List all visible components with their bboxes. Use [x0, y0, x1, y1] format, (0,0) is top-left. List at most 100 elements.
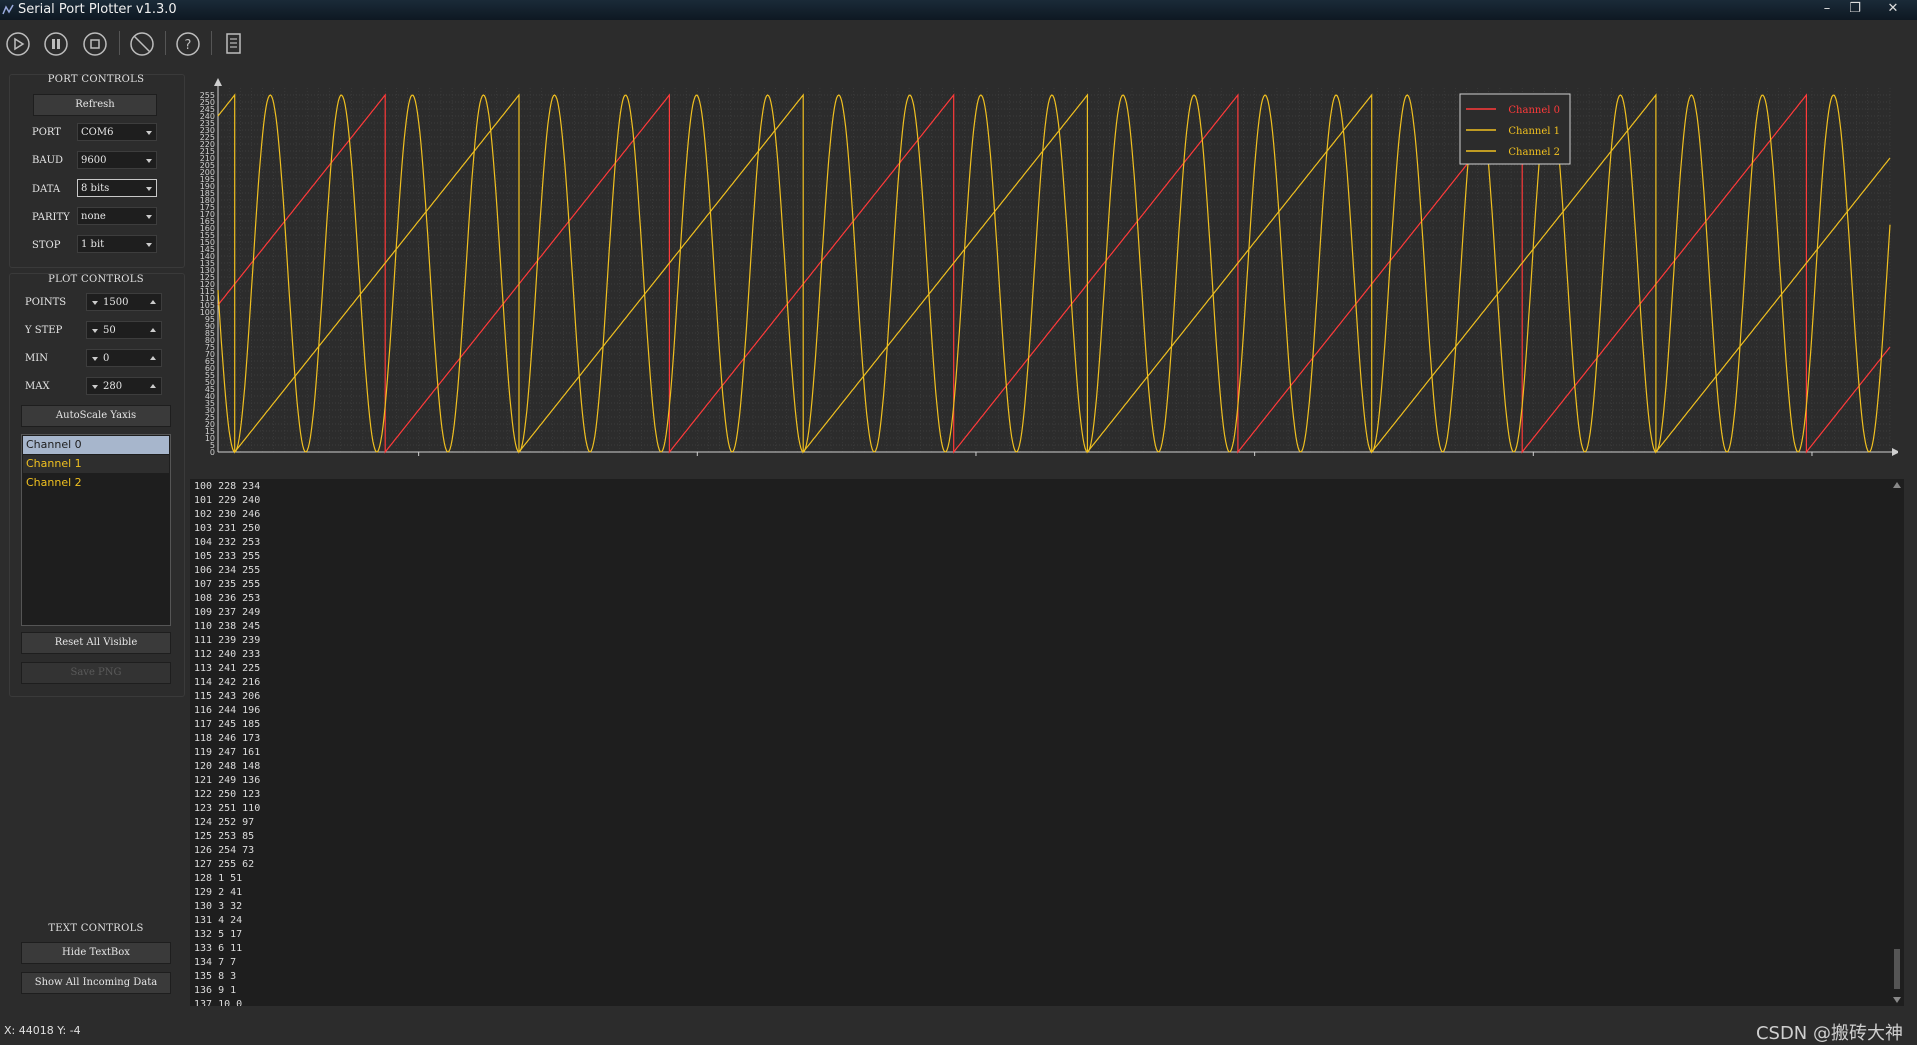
data-line: 104 232 253 — [194, 537, 261, 548]
stop-icon[interactable] — [80, 29, 110, 59]
stop-bits-value: 1 bit — [81, 239, 105, 250]
autoscale-yaxis-button[interactable]: AutoScale Yaxis — [21, 405, 171, 427]
decrement-icon[interactable] — [92, 385, 98, 389]
data-line: 128 1 51 — [194, 873, 243, 884]
minimize-icon[interactable]: – — [1812, 0, 1842, 18]
text-controls-title: TEXT CONTROLS — [48, 923, 144, 934]
legend-label: Channel 0 — [1508, 105, 1560, 116]
svg-text:?: ? — [185, 38, 192, 53]
textbox-scrollbar[interactable] — [1890, 479, 1904, 1006]
channel-item-1[interactable]: Channel 1 — [23, 455, 169, 473]
data-line: 125 253 85 — [194, 831, 255, 842]
data-line: 115 243 206 — [194, 691, 261, 702]
x-tick-label: 44750 — [1239, 457, 1271, 458]
show-all-incoming-button[interactable]: Show All Incoming Data — [21, 972, 171, 994]
parity-label: PARITY — [32, 212, 70, 223]
min-value: 0 — [103, 353, 110, 364]
decrement-icon[interactable] — [92, 329, 98, 333]
x-tick-label: 44500 — [960, 457, 992, 458]
decrement-icon[interactable] — [92, 357, 98, 361]
data-line: 136 9 1 — [194, 985, 237, 996]
data-line: 119 247 161 — [194, 747, 261, 758]
data-line: 130 3 32 — [194, 901, 243, 912]
chevron-down-icon — [146, 159, 152, 163]
legend-label: Channel 1 — [1508, 126, 1560, 137]
data-bits-value: 8 bits — [81, 183, 110, 194]
restore-icon[interactable]: ❐ — [1840, 0, 1870, 18]
min-spinbox[interactable]: 0 — [86, 349, 162, 367]
port-select[interactable]: COM6 — [77, 123, 157, 141]
data-line: 122 250 123 — [194, 789, 261, 800]
data-line: 111 239 239 — [194, 635, 261, 646]
hide-textbox-button[interactable]: Hide TextBox — [21, 942, 171, 964]
pause-icon[interactable] — [41, 29, 71, 59]
chevron-down-icon — [146, 243, 152, 247]
toolbar: ? — [0, 21, 1917, 65]
channel-item-0[interactable]: Channel 0 — [23, 436, 169, 454]
baud-label: BAUD — [32, 155, 64, 166]
data-line: 109 237 249 — [194, 607, 261, 618]
status-bar: X: 44018 Y: -4 CSDN @搬砖大神 — [0, 1018, 1917, 1044]
data-line: 112 240 233 — [194, 649, 261, 660]
refresh-button[interactable]: Refresh — [33, 94, 157, 116]
ystep-label: Y STEP — [25, 325, 63, 336]
reset-all-visible-button[interactable]: Reset All Visible — [21, 632, 171, 654]
data-line: 103 231 250 — [194, 523, 261, 534]
baud-select[interactable]: 9600 — [77, 151, 157, 169]
data-line: 127 255 62 — [194, 859, 255, 870]
cursor-coordinates: X: 44018 Y: -4 — [4, 1024, 81, 1037]
close-icon[interactable]: ✕ — [1878, 0, 1908, 18]
incoming-data-textbox[interactable]: 100 228 234 101 229 240 102 230 246 103 231… — [190, 479, 1890, 1006]
app-icon — [2, 4, 14, 15]
data-line: 107 235 255 — [194, 579, 261, 590]
data-line: 116 244 196 — [194, 705, 261, 716]
data-line: 135 8 3 — [194, 971, 237, 982]
increment-icon[interactable] — [150, 356, 156, 360]
ystep-spinbox[interactable]: 50 — [86, 321, 162, 339]
data-line: 129 2 41 — [194, 887, 243, 898]
decrement-icon[interactable] — [92, 301, 98, 305]
x-tick-label: 45000 — [1517, 457, 1549, 458]
data-line: 106 234 255 — [194, 565, 261, 576]
data-line: 101 229 240 — [194, 495, 261, 506]
port-controls-title: PORT CONTROLS — [47, 74, 145, 85]
max-value: 280 — [103, 381, 123, 392]
data-line: 105 233 255 — [194, 551, 261, 562]
parity-select[interactable]: none — [77, 207, 157, 225]
points-spinbox[interactable]: 1500 — [86, 293, 162, 311]
document-icon[interactable] — [218, 29, 248, 59]
data-line: 117 245 185 — [194, 719, 261, 730]
stop-bits-select[interactable]: 1 bit — [77, 235, 157, 253]
play-icon[interactable] — [3, 29, 33, 59]
max-spinbox[interactable]: 280 — [86, 377, 162, 395]
increment-icon[interactable] — [150, 300, 156, 304]
plot-area[interactable]: 0510152025303540455055606570758085909510… — [190, 76, 1898, 458]
baud-value: 9600 — [81, 155, 107, 166]
data-line: 123 251 110 — [194, 803, 261, 814]
data-line: 118 246 173 — [194, 733, 261, 744]
save-png-button[interactable]: Save PNG — [21, 662, 171, 684]
legend-label: Channel 2 — [1508, 147, 1560, 158]
increment-icon[interactable] — [150, 384, 156, 388]
parity-value: none — [81, 211, 106, 222]
data-line: 137 10 0 — [194, 999, 243, 1006]
port-label: PORT — [32, 127, 61, 138]
increment-icon[interactable] — [150, 328, 156, 332]
window-title: Serial Port Plotter v1.3.0 — [18, 2, 177, 17]
port-value: COM6 — [81, 127, 114, 138]
data-line: 110 238 245 — [194, 621, 261, 632]
data-bits-select[interactable]: 8 bits — [77, 179, 157, 197]
x-tick-label: 44250 — [681, 457, 713, 458]
clear-icon[interactable] — [127, 29, 157, 59]
data-line: 120 248 148 — [194, 761, 261, 772]
ystep-value: 50 — [103, 325, 116, 336]
chevron-down-icon — [146, 215, 152, 219]
stop-label: STOP — [32, 240, 61, 251]
help-icon[interactable]: ? — [173, 29, 203, 59]
points-label: POINTS — [25, 297, 67, 308]
data-line: 133 6 11 — [194, 943, 243, 954]
channel-list[interactable]: Channel 0 Channel 1 Channel 2 — [21, 434, 171, 626]
plot-controls-title: PLOT CONTROLS — [48, 274, 144, 285]
data-line: 131 4 24 — [194, 915, 243, 926]
channel-item-2[interactable]: Channel 2 — [23, 474, 169, 492]
